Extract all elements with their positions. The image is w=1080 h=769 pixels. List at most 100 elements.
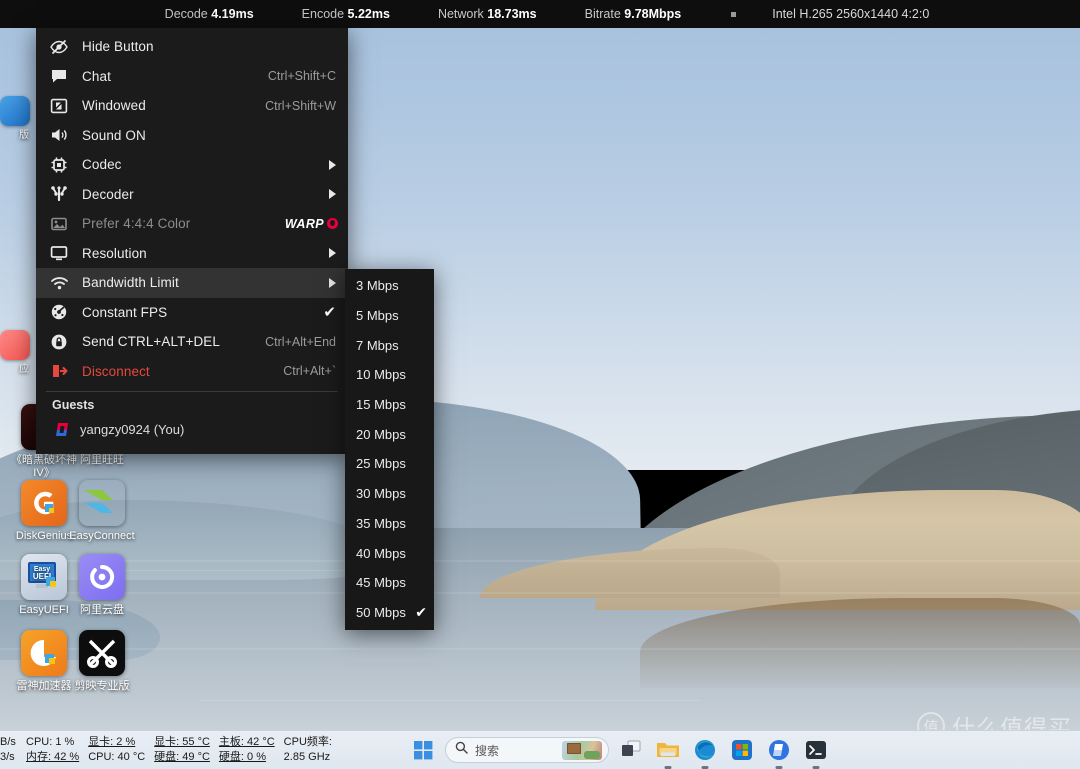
diskgenius-glyph — [34, 491, 54, 515]
desktop-edge-icon[interactable]: 版 — [0, 96, 30, 141]
edge-icon-label: 版 — [19, 130, 29, 141]
sysmon-group-cpu-freq: CPU频率: 2.85 GHz — [284, 735, 341, 765]
sysmon-top: 主板: 42 °C — [218, 736, 275, 748]
desktop-icon-jianying[interactable]: 剪映专业版 — [64, 630, 140, 693]
stream-stats-bar: Decode 4.19ms Encode 5.22ms Network 18.7… — [0, 0, 1080, 28]
edge-icon-label: 应 — [19, 364, 29, 375]
menu-item-label: Hide Button — [82, 39, 154, 55]
square-dot-icon — [731, 11, 737, 17]
bandwidth-option-7[interactable]: 7 Mbps — [345, 330, 434, 360]
menu-item-disconnect[interactable]: Disconnect Ctrl+Alt+` — [36, 357, 348, 387]
bandwidth-option-label: 7 Mbps — [356, 337, 399, 353]
menu-item-label: Decoder — [82, 186, 134, 202]
edge-browser-button[interactable] — [690, 735, 720, 769]
sysmon-group-gputemp-disktemp: 显卡: 55 °C 硬盘: 49 °C — [154, 735, 219, 765]
jianying-glyph — [87, 639, 117, 668]
checkmark-icon: ✔ — [415, 603, 427, 620]
menu-item-label: Resolution — [82, 245, 147, 261]
microsoft-store-button[interactable] — [727, 735, 757, 765]
bandwidth-limit-submenu: 3 Mbps 5 Mbps 7 Mbps 10 Mbps 15 Mbps 20 … — [345, 269, 434, 631]
stat-encode-label: Encode — [301, 7, 345, 21]
desktop-icon-easyconnect[interactable]: EasyConnect — [64, 480, 140, 543]
chevron-right-icon — [329, 159, 336, 170]
bandwidth-option-20[interactable]: 20 Mbps — [345, 419, 434, 449]
bandwidth-option-15[interactable]: 15 Mbps — [345, 390, 434, 420]
menu-item-chat[interactable]: Chat Ctrl+Shift+C — [36, 62, 348, 92]
menu-item-bandwidth-limit[interactable]: Bandwidth Limit — [36, 268, 348, 298]
stat-decode-label: Decode — [164, 7, 208, 21]
lock-icon — [44, 333, 74, 351]
terminal-button[interactable] — [801, 735, 831, 769]
system-monitor-widget[interactable]: B/s 3/s CPU: 1 % 内存: 42 % 显卡: 2 % CPU: 4… — [0, 731, 400, 769]
windows-taskbar: B/s 3/s CPU: 1 % 内存: 42 % 显卡: 2 % CPU: 4… — [0, 730, 1080, 769]
bandwidth-option-5[interactable]: 5 Mbps — [345, 301, 434, 331]
taskbar-buttons: 搜索 — [400, 735, 1080, 769]
bandwidth-option-label: 45 Mbps — [356, 575, 406, 591]
menu-item-codec[interactable]: Codec — [36, 150, 348, 180]
water-streak — [200, 700, 700, 701]
bandwidth-option-label: 15 Mbps — [356, 397, 406, 413]
bandwidth-option-10[interactable]: 10 Mbps — [345, 360, 434, 390]
bandwidth-option-50[interactable]: 50 Mbps ✔ — [345, 598, 434, 628]
menu-item-accel: Ctrl+Alt+` — [283, 364, 336, 379]
parsec-overlay-menu: Hide Button Chat Ctrl+Shift+C Windowed C… — [36, 28, 348, 454]
bing-wallpaper-thumb[interactable] — [562, 740, 602, 760]
file-explorer-button[interactable] — [653, 735, 683, 769]
bandwidth-option-3[interactable]: 3 Mbps — [345, 271, 434, 301]
sysmon-bottom: 硬盘: 0 % — [218, 751, 266, 763]
desktop-icon-aliyunpan[interactable]: 阿里云盘 — [64, 554, 140, 617]
sysmon-bottom: 2.85 GHz — [283, 751, 331, 763]
bandwidth-option-30[interactable]: 30 Mbps — [345, 479, 434, 509]
stat-network: Network 18.73ms — [414, 7, 561, 21]
menu-item-resolution[interactable]: Resolution — [36, 239, 348, 269]
bandwidth-option-label: 5 Mbps — [356, 308, 399, 324]
sysmon-group-gpu-cputemp: 显卡: 2 % CPU: 40 °C — [88, 735, 154, 765]
bandwidth-option-40[interactable]: 40 Mbps — [345, 538, 434, 568]
guests-section-header: Guests — [52, 398, 95, 412]
leishen-glyph — [30, 639, 56, 666]
easyuefi-icon: Easy UEFI — [21, 554, 67, 600]
menu-item-send-ctrl-alt-del[interactable]: Send CTRL+ALT+DEL Ctrl+Alt+End — [36, 327, 348, 357]
menu-item-label: Send CTRL+ALT+DEL — [82, 334, 221, 350]
stat-codec-info: Intel H.265 2560x1440 4:2:0 — [772, 7, 930, 21]
task-view-button[interactable] — [616, 735, 646, 765]
bandwidth-option-label: 25 Mbps — [356, 456, 406, 472]
bandwidth-option-label: 10 Mbps — [356, 367, 406, 383]
menu-item-constant-fps[interactable]: Constant FPS ✔ — [36, 298, 348, 328]
water-ripple — [0, 560, 1080, 562]
start-button[interactable] — [408, 735, 438, 765]
bandwidth-option-45[interactable]: 45 Mbps — [345, 568, 434, 598]
terminal-icon — [806, 741, 826, 759]
search-input[interactable]: 搜索 — [445, 737, 609, 763]
speedometer-icon — [44, 303, 74, 321]
task-view-icon — [622, 740, 641, 756]
app-tile-icon — [0, 330, 30, 360]
leishen-icon — [21, 630, 67, 676]
guest-list-item[interactable]: yangzy0924 (You) — [36, 416, 348, 442]
stat-encode-value: 5.22ms — [347, 7, 390, 21]
menu-item-hide-button[interactable]: Hide Button — [36, 32, 348, 62]
aliyunpan-glyph — [90, 564, 115, 589]
stat-network-value: 18.73ms — [487, 7, 537, 21]
parsec-logo-icon — [54, 421, 71, 438]
menu-item-sound-on[interactable]: Sound ON — [36, 121, 348, 151]
bandwidth-option-35[interactable]: 35 Mbps — [345, 509, 434, 539]
menu-item-accel: Ctrl+Shift+C — [267, 69, 336, 84]
menu-item-label: Codec — [82, 157, 122, 173]
stat-decode: Decode 4.19ms — [141, 7, 278, 21]
folder-icon — [657, 743, 679, 757]
bandwidth-option-label: 30 Mbps — [356, 486, 406, 502]
sysmon-top: CPU: 1 % — [26, 736, 75, 748]
network-speed-readout: B/s 3/s — [0, 735, 26, 765]
desktop-icon-label: 剪映专业版 — [74, 680, 130, 692]
warp-logo-icon — [327, 218, 338, 230]
disconnect-icon — [44, 362, 74, 380]
menu-item-decoder[interactable]: Decoder — [36, 180, 348, 210]
menu-item-windowed[interactable]: Windowed Ctrl+Shift+W — [36, 91, 348, 121]
desktop-edge-icon[interactable]: 应 — [0, 330, 30, 375]
windowed-icon — [44, 97, 74, 115]
guest-name: yangzy0924 (You) — [80, 421, 185, 437]
parsec-button[interactable] — [764, 735, 794, 769]
desktop-icon-label: 阿里旺旺 — [80, 454, 124, 466]
bandwidth-option-25[interactable]: 25 Mbps — [345, 449, 434, 479]
